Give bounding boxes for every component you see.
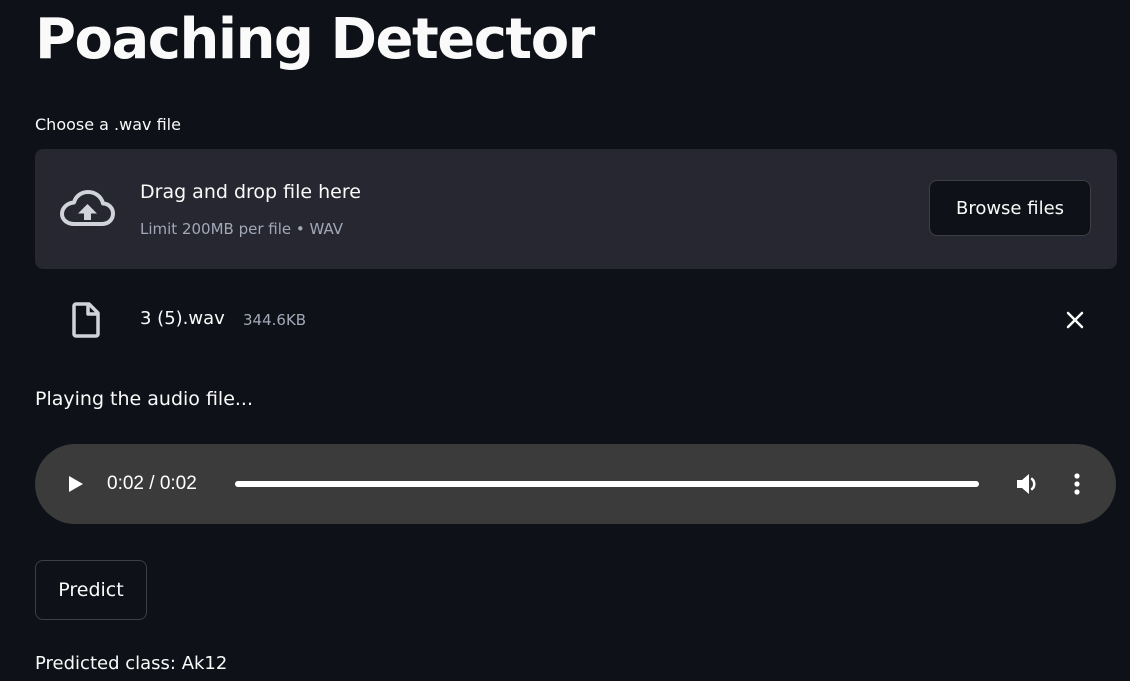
- audio-progress-bar[interactable]: [235, 481, 979, 487]
- volume-icon[interactable]: [1015, 471, 1041, 497]
- dropzone-title: Drag and drop file here: [140, 181, 361, 203]
- file-dropzone[interactable]: Drag and drop file here Limit 200MB per …: [35, 149, 1117, 269]
- play-icon[interactable]: [63, 472, 87, 496]
- browse-files-button[interactable]: Browse files: [929, 180, 1091, 236]
- predict-button[interactable]: Predict: [35, 560, 147, 620]
- uploaded-file-size: 344.6KB: [243, 311, 307, 329]
- uploaded-file-name: 3 (5).wav: [140, 308, 225, 329]
- audio-time-display: 0:02 / 0:02: [107, 473, 197, 494]
- uploaded-file-row: 3 (5).wav 344.6KB: [35, 290, 1117, 350]
- dropzone-limit-text: Limit 200MB per file • WAV: [140, 220, 344, 238]
- audio-progress-fill: [235, 481, 979, 487]
- page-title: Poaching Detector: [35, 7, 595, 72]
- close-icon: [1066, 311, 1084, 329]
- file-icon: [72, 302, 100, 338]
- more-vertical-icon[interactable]: [1065, 471, 1089, 497]
- audio-caption: Playing the audio file...: [35, 388, 254, 410]
- remove-file-button[interactable]: [1059, 304, 1091, 336]
- prediction-result: Predicted class: Ak12: [35, 653, 228, 674]
- audio-player: 0:02 / 0:02: [35, 444, 1116, 524]
- app-page: Poaching Detector Choose a .wav file Dra…: [0, 0, 1130, 681]
- file-uploader-label: Choose a .wav file: [35, 115, 181, 134]
- cloud-upload-icon: [60, 190, 115, 226]
